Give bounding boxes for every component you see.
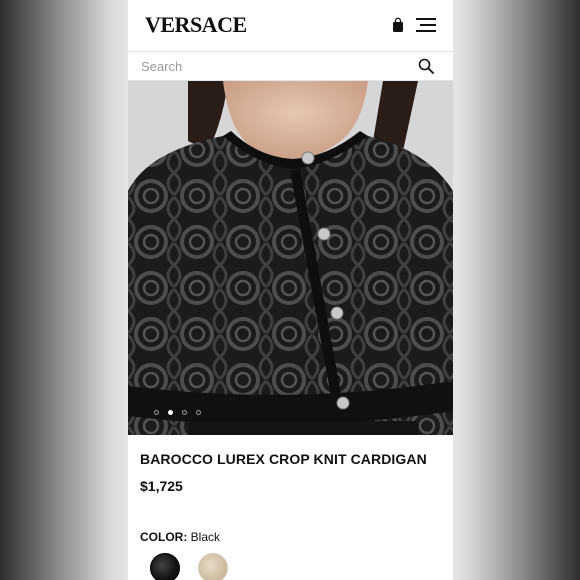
hamburger-menu-icon[interactable] (416, 17, 436, 33)
brand-logo[interactable]: VERSACE (145, 12, 247, 38)
color-selector-label: COLOR: Black (140, 530, 220, 544)
carousel-dot[interactable] (196, 410, 201, 415)
color-swatch-gold[interactable] (198, 553, 228, 580)
product-price: $1,725 (140, 478, 183, 494)
product-title: BAROCCO LUREX CROP KNIT CARDIGAN (140, 451, 427, 467)
site-header: VERSACE (128, 0, 453, 52)
product-photo-illustration (128, 81, 453, 435)
carousel-dot-active[interactable] (168, 410, 173, 415)
shopping-bag-icon[interactable] (391, 17, 405, 33)
product-image[interactable] (128, 81, 453, 435)
color-swatch-black[interactable] (150, 553, 180, 580)
search-bar (128, 52, 453, 81)
search-icon[interactable] (418, 58, 434, 74)
mobile-page: VERSACE Search BAROCCO LUREX CROP KNIT C… (128, 0, 453, 580)
carousel-dot[interactable] (182, 410, 187, 415)
color-label: COLOR: (140, 530, 188, 544)
carousel-dot[interactable] (154, 410, 159, 415)
search-input[interactable] (141, 56, 411, 76)
color-value: Black (190, 530, 221, 544)
